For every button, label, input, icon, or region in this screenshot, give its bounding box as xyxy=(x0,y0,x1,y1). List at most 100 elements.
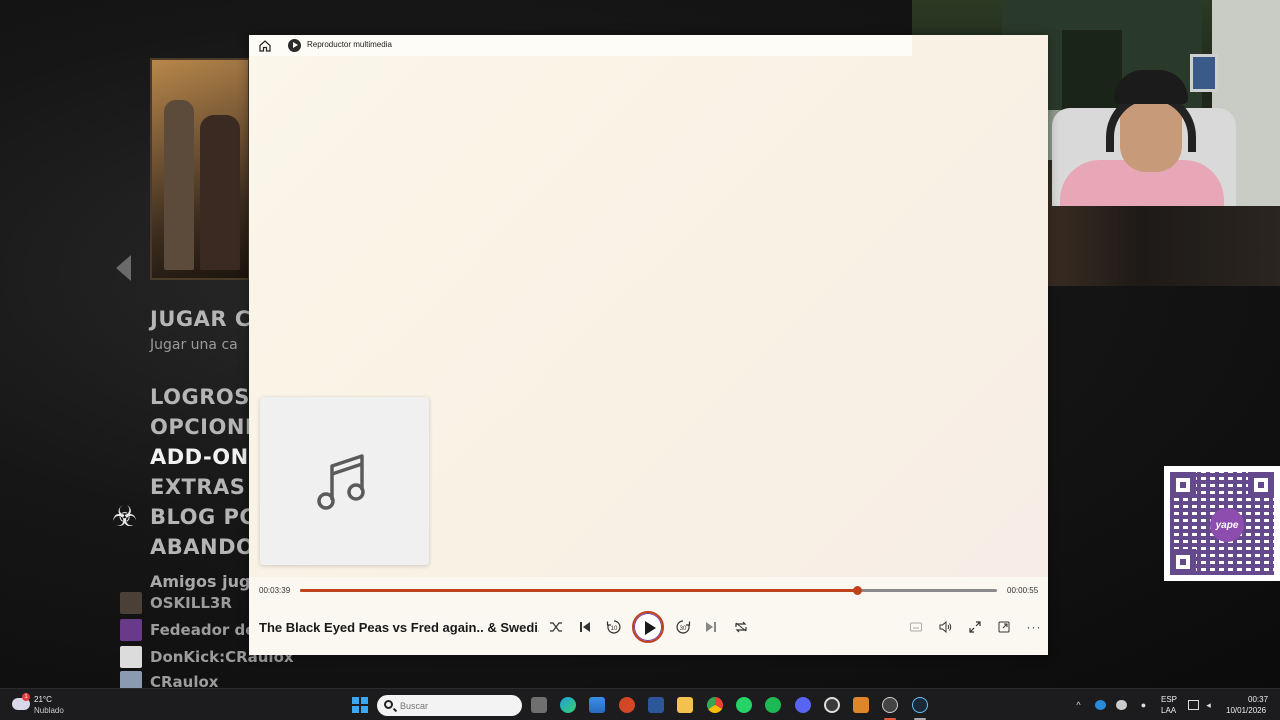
fullscreen-icon xyxy=(969,621,981,633)
weather-temp: 21°C xyxy=(34,695,52,704)
webcam-picture-frame xyxy=(1190,54,1218,92)
game-scene-right xyxy=(1048,206,1280,286)
menu-item-options[interactable]: OPCIONE xyxy=(150,415,260,439)
media-player-window: Reproductor multimedia 00:03:39 00:00:55… xyxy=(249,35,1048,655)
previous-button[interactable] xyxy=(575,617,595,637)
store-icon[interactable] xyxy=(589,697,605,713)
word-icon[interactable] xyxy=(648,697,664,713)
edge-icon[interactable] xyxy=(560,697,576,713)
clock-time[interactable]: 00:37 xyxy=(1248,695,1268,704)
fullscreen-button[interactable] xyxy=(965,617,985,637)
powerpoint-icon[interactable] xyxy=(619,697,635,713)
repeat-button[interactable] xyxy=(731,617,751,637)
skip-forward-icon: 30 xyxy=(676,620,691,634)
skip-forward-button[interactable]: 30 xyxy=(673,617,693,637)
svg-text:10: 10 xyxy=(611,626,618,632)
home-icon[interactable] xyxy=(258,39,272,53)
taskbar: 1 21°C Nublado ^ ● ESP LAA ◂ 00:37 10/01… xyxy=(0,688,1280,720)
network-icon[interactable] xyxy=(1188,700,1199,710)
friend-name: Fedeador de xyxy=(150,621,256,639)
miniplayer-icon xyxy=(998,621,1010,633)
friend-item[interactable]: OSKILL3R xyxy=(120,592,232,614)
security-icon[interactable] xyxy=(1095,700,1106,710)
language-top[interactable]: ESP xyxy=(1161,695,1177,704)
menu-item-addons[interactable]: ADD-ONS xyxy=(150,445,264,469)
shuffle-icon xyxy=(550,622,562,632)
search-input[interactable] xyxy=(400,698,515,713)
taskbar-search[interactable] xyxy=(377,695,522,716)
volume-tray-icon[interactable]: ◂ xyxy=(1203,700,1214,710)
music-note-icon xyxy=(317,454,365,510)
qr-finder xyxy=(1248,472,1274,498)
yape-logo: yape xyxy=(1210,508,1244,542)
menu-item-blog[interactable]: BLOG PC xyxy=(150,505,255,529)
captions-button[interactable] xyxy=(906,617,926,637)
seek-thumb[interactable] xyxy=(852,586,862,595)
repeat-icon xyxy=(735,621,747,633)
previous-icon xyxy=(580,622,590,632)
menu-item-extras[interactable]: EXTRAS xyxy=(150,475,245,499)
more-icon: ··· xyxy=(1026,620,1042,634)
menu-item-quit[interactable]: ABANDO xyxy=(150,535,254,559)
skip-back-icon: 10 xyxy=(606,620,621,634)
left4dead-icon[interactable] xyxy=(853,697,869,713)
player-controls: 00:03:39 00:00:55 The Black Eyed Peas vs… xyxy=(249,577,1048,655)
next-button[interactable] xyxy=(701,617,721,637)
whatsapp-icon[interactable] xyxy=(736,697,752,713)
seek-bar[interactable] xyxy=(300,586,997,595)
language-bottom[interactable]: LAA xyxy=(1161,706,1176,715)
carousel-left-arrow[interactable] xyxy=(116,255,131,281)
game-poster xyxy=(150,58,250,280)
biohazard-icon: ☣ xyxy=(112,501,138,532)
seek-progress xyxy=(300,589,857,592)
menu-item-play[interactable]: JUGAR C xyxy=(150,307,251,331)
avatar xyxy=(120,646,142,668)
media-player-icon[interactable] xyxy=(882,697,898,713)
clock-date[interactable]: 10/01/2026 xyxy=(1226,706,1266,715)
search-icon xyxy=(384,700,393,709)
start-button[interactable] xyxy=(352,697,368,713)
menu-item-achievements[interactable]: LOGROS xyxy=(150,385,250,409)
poster-figure xyxy=(200,115,240,270)
avatar xyxy=(120,592,142,614)
miniplayer-button[interactable] xyxy=(994,617,1014,637)
spotify-icon[interactable] xyxy=(765,697,781,713)
obs-icon[interactable] xyxy=(824,697,840,713)
poster-figure xyxy=(164,100,194,270)
task-view-icon[interactable] xyxy=(531,697,547,713)
volume-icon xyxy=(939,621,951,633)
onedrive-icon[interactable] xyxy=(1116,700,1127,710)
chevron-up-icon[interactable]: ^ xyxy=(1073,700,1084,710)
svg-text:30: 30 xyxy=(680,626,687,632)
avatar xyxy=(120,619,142,641)
microphone-icon[interactable]: ● xyxy=(1138,700,1149,710)
shuffle-button[interactable] xyxy=(546,617,566,637)
steam-icon[interactable] xyxy=(912,697,928,713)
qr-pattern: yape xyxy=(1170,472,1274,575)
discord-icon[interactable] xyxy=(795,697,811,713)
album-art xyxy=(260,397,429,565)
qr-finder xyxy=(1170,549,1196,575)
app-title: Reproductor multimedia xyxy=(307,40,392,49)
qr-code: yape xyxy=(1164,466,1280,581)
friend-item[interactable]: Fedeador de xyxy=(120,619,255,641)
folder-icon[interactable] xyxy=(677,697,693,713)
friends-title: Amigos jug xyxy=(150,572,251,591)
notification-badge: 1 xyxy=(22,693,30,701)
more-options-button[interactable]: ··· xyxy=(1024,617,1044,637)
weather-desc: Nublado xyxy=(34,706,64,715)
next-icon xyxy=(706,622,716,632)
play-button[interactable] xyxy=(632,611,664,643)
friend-name: OSKILL3R xyxy=(150,594,232,612)
captions-icon xyxy=(910,622,922,632)
song-title: The Black Eyed Peas vs Fred again.. & Sw… xyxy=(259,620,539,635)
volume-button[interactable] xyxy=(935,617,955,637)
current-time: 00:03:39 xyxy=(259,586,291,595)
remaining-time: 00:00:55 xyxy=(1007,586,1039,595)
menu-subtitle: Jugar una ca xyxy=(150,337,238,353)
media-player-app-icon xyxy=(288,39,301,52)
player-titlebar: Reproductor multimedia xyxy=(249,35,912,56)
chrome-icon[interactable] xyxy=(707,697,723,713)
skip-back-button[interactable]: 10 xyxy=(604,617,624,637)
qr-finder xyxy=(1170,472,1196,498)
